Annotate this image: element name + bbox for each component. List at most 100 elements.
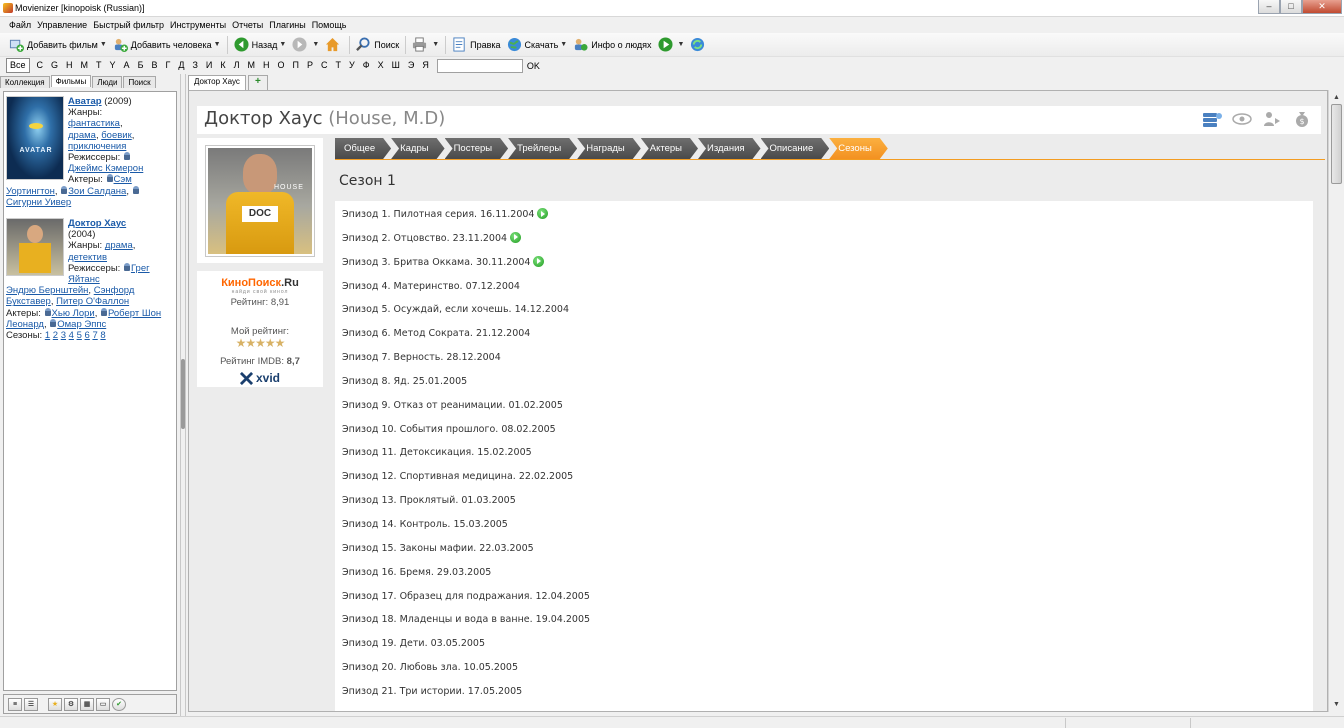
list-item[interactable]: AVATAR Аватар (2009) Жанры: фантастика, … [6,96,174,208]
alphabet-letter[interactable]: К [216,57,229,74]
play-episode-icon[interactable] [533,255,545,267]
movie-title-link[interactable]: Доктор Хаус [68,218,126,229]
alphabet-letter[interactable]: Y [106,57,120,74]
movie-poster-avatar[interactable]: AVATAR [6,96,64,180]
play-button[interactable]: ▼ [655,34,688,56]
dropdown-arrow-icon[interactable]: ▼ [312,41,319,48]
season-link[interactable]: 5 [77,330,82,341]
alphabet-letter[interactable]: О [274,57,289,74]
tab-seasons[interactable]: Сезоны [829,138,888,159]
season-link[interactable]: 3 [61,330,66,341]
home-button[interactable] [322,34,346,56]
season-link[interactable]: 7 [92,330,97,341]
alphabet-letter[interactable]: C [33,57,48,74]
actor-link[interactable]: Омар Эппс [57,319,106,330]
list-item[interactable]: Доктор Хаус (2004) Жанры: драма, детекти… [6,218,174,341]
dropdown-arrow-icon[interactable]: ▼ [214,41,221,48]
dropdown-arrow-icon[interactable]: ▼ [432,41,439,48]
alphabet-letter[interactable]: Х [374,57,388,74]
maximize-button[interactable]: □ [1280,0,1302,14]
tab-posters[interactable]: Постеры [445,138,509,159]
tools-icon[interactable]: ⚙ [64,697,78,711]
new-tab-button[interactable]: + [247,75,268,90]
alphabet-letter[interactable]: М [244,57,260,74]
genre-link[interactable]: боевик [101,130,132,141]
dropdown-arrow-icon[interactable]: ▼ [560,41,567,48]
alphabet-letter[interactable]: Г [161,57,174,74]
movie-poster-house[interactable] [6,218,64,277]
alphabet-letter[interactable]: П [289,57,303,74]
tab-trailers[interactable]: Трейлеры [508,138,577,159]
director-link[interactable]: Эндрю Бернштейн [6,285,88,296]
film-icon[interactable]: ▦ [80,697,94,711]
genre-link[interactable]: драма [105,240,133,251]
menu-manage[interactable]: Управление [34,17,90,33]
favorite-star-icon[interactable]: ★ [48,697,62,711]
tab-actors[interactable]: Актеры [641,138,698,159]
collection-stack-icon[interactable] [1201,110,1223,128]
menu-help[interactable]: Помощь [309,17,350,33]
genre-link[interactable]: драма [68,130,96,141]
season-link[interactable]: 8 [100,330,105,341]
genre-link[interactable]: детектив [68,252,107,263]
alphabet-letter[interactable]: Т [332,57,346,74]
season-link[interactable]: 4 [69,330,74,341]
scroll-up-arrow-icon[interactable]: ▲ [1330,91,1343,104]
season-link[interactable]: 2 [53,330,58,341]
alphabet-letter[interactable]: Н [259,57,274,74]
alphabet-letter[interactable]: Я [418,57,433,74]
check-icon[interactable]: ✔ [112,697,126,711]
director-link[interactable]: Джеймс Кэмерон [68,163,143,174]
dropdown-arrow-icon[interactable]: ▼ [100,41,107,48]
movie-title-link[interactable]: Аватар [68,96,102,107]
lend-person-icon[interactable] [1261,110,1283,128]
quick-filter-ok-button[interactable]: OK [527,61,540,71]
menu-quick-filter[interactable]: Быстрый фильтр [90,17,167,33]
tab-description[interactable]: Описание [761,138,830,159]
alphabet-letter[interactable]: Э [404,57,418,74]
season-link[interactable]: 6 [85,330,90,341]
alphabet-letter[interactable]: G [47,57,62,74]
alphabet-letter[interactable]: И [202,57,216,74]
scrollbar-thumb[interactable] [1331,104,1342,184]
minimize-button[interactable]: – [1258,0,1280,14]
sync-button[interactable] [687,34,711,56]
view-details-icon[interactable]: ☰ [24,697,38,711]
money-bag-icon[interactable]: $ [1291,110,1313,128]
play-episode-icon[interactable] [510,231,522,243]
my-rating-stars[interactable]: ★★★★★ [197,337,323,349]
splitter-handle[interactable] [181,359,185,429]
alphabet-letter[interactable]: З [188,57,201,74]
alphabet-all[interactable]: Все [6,58,30,73]
people-info-button[interactable]: Инфо о людях [570,34,654,56]
edit-button[interactable]: Правка [449,34,503,56]
play-episode-icon[interactable] [537,208,549,219]
print-button[interactable]: ▼ [409,34,442,56]
actor-link[interactable]: Сигурни Уивер [6,197,71,208]
forward-button[interactable]: ▼ [289,34,322,56]
scroll-down-arrow-icon[interactable]: ▼ [1330,698,1343,711]
tab-awards[interactable]: Награды [577,138,641,159]
alphabet-letter[interactable]: Л [230,57,244,74]
actor-link[interactable]: Хью Лори [52,308,95,319]
menu-tools[interactable]: Инструменты [167,17,229,33]
quick-filter-input[interactable] [436,58,523,73]
tab-editions[interactable]: Издания [698,138,761,159]
alphabet-letter[interactable]: T [92,57,106,74]
alphabet-letter[interactable]: А [120,57,134,74]
genre-link[interactable]: фантастика [68,118,120,129]
alphabet-letter[interactable]: В [147,57,161,74]
kinopoisk-logo[interactable]: КиноПоиск.Ru [197,277,323,289]
tab-general[interactable]: Общее [335,138,391,159]
alphabet-letter[interactable]: Р [303,57,317,74]
eye-icon[interactable] [1231,110,1253,128]
alphabet-letter[interactable]: У [345,57,359,74]
director-link[interactable]: Питер О'Фаллон [56,296,129,307]
alphabet-letter[interactable]: Б [134,57,148,74]
tab-people[interactable]: Люди [92,76,123,88]
close-button[interactable]: ✕ [1302,0,1342,14]
menu-plugins[interactable]: Плагины [266,17,308,33]
add-person-button[interactable]: Добавить человека ▼ [110,34,224,56]
monitor-icon[interactable]: ▭ [96,697,110,711]
alphabet-letter[interactable]: Ф [359,57,374,74]
